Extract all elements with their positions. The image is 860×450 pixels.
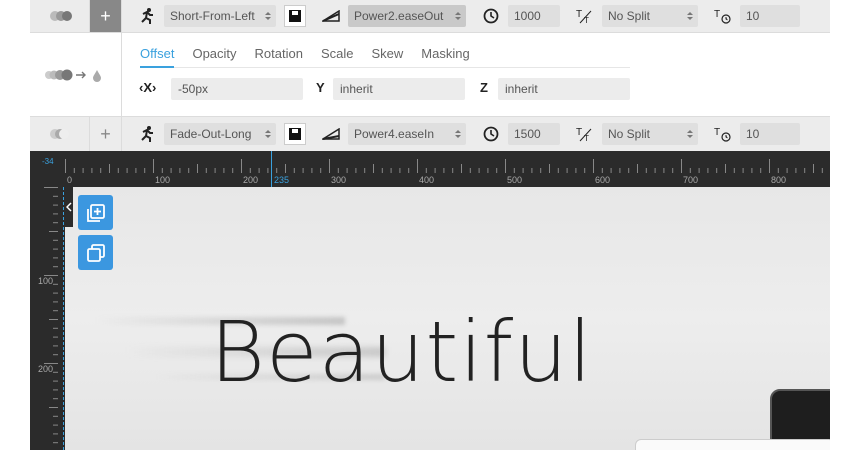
- split-out-select-value: No Split: [608, 127, 651, 141]
- save-icon[interactable]: [284, 5, 306, 27]
- duplicate-icon[interactable]: [78, 235, 113, 270]
- ruler-label: 200: [243, 175, 259, 185]
- ruler-guide-line: [63, 187, 64, 450]
- ruler-cursor-line: [271, 151, 272, 187]
- clock-icon: [480, 123, 502, 145]
- stagger-icon: T: [712, 123, 734, 145]
- add-layer-icon[interactable]: [78, 195, 113, 230]
- split-text-icon: TT: [574, 123, 596, 145]
- toggle-cell[interactable]: [30, 0, 90, 32]
- save-icon[interactable]: [284, 123, 306, 145]
- split-select[interactable]: No Split: [602, 5, 698, 27]
- ruler-label: 600: [595, 175, 611, 185]
- animation-row-out: + Fade-Out-Long Power4.easeIn 1500 TT No…: [30, 117, 830, 151]
- y-offset-input[interactable]: inherit: [333, 78, 465, 100]
- tab-underline: [140, 66, 174, 68]
- z-axis-label: Z: [480, 80, 488, 95]
- tab-masking[interactable]: Masking: [421, 46, 469, 61]
- ruler-corner-label: -34: [42, 157, 54, 166]
- tab-offset[interactable]: Offset: [140, 46, 174, 61]
- easing-icon: [320, 5, 342, 27]
- transform-tabs: Offset Opacity Rotation Scale Skew Maski…: [140, 46, 470, 61]
- collapse-arrow-icon[interactable]: [65, 187, 73, 227]
- tab-scale[interactable]: Scale: [321, 46, 354, 61]
- x-axis-label: ‹X›: [139, 80, 157, 95]
- runner-icon: [136, 5, 158, 27]
- z-offset-input[interactable]: inherit: [498, 78, 630, 100]
- ruler-label: 400: [419, 175, 435, 185]
- toggle-dots-icon: [49, 129, 69, 139]
- ruler-label: 200: [38, 364, 54, 374]
- split-select-value: No Split: [608, 9, 651, 23]
- easing-out-select-value: Power4.easeIn: [354, 127, 435, 141]
- animation-row-in: + Short-From-Left Power2.easeOut 1000 TT…: [30, 0, 830, 33]
- tab-rotation[interactable]: Rotation: [255, 46, 303, 61]
- svg-text:T: T: [576, 127, 582, 138]
- vertical-ruler[interactable]: 100 200: [30, 187, 65, 450]
- horizontal-ruler[interactable]: 0 100 200 235 300 400 500 600 700 800: [65, 151, 830, 187]
- add-animation-out-button[interactable]: +: [90, 117, 122, 151]
- headline-layer[interactable]: Beautiful: [210, 303, 593, 401]
- ruler-label: 700: [683, 175, 699, 185]
- ruler-label: 0: [67, 175, 73, 185]
- ruler-label: 500: [507, 175, 523, 185]
- svg-text:T: T: [714, 9, 720, 20]
- device-mockup-secondary: [635, 439, 830, 450]
- tab-divider: [140, 67, 630, 68]
- animation-out-select[interactable]: Fade-Out-Long: [164, 123, 276, 145]
- toggle-cell-out[interactable]: [30, 117, 90, 151]
- ruler-cursor-label: 235: [274, 175, 290, 185]
- animation-out-select-value: Fade-Out-Long: [170, 127, 252, 141]
- easing-out-select[interactable]: Power4.easeIn: [348, 123, 466, 145]
- ruler-ticks: [44, 187, 58, 444]
- ruler-label: 800: [771, 175, 787, 185]
- tab-skew[interactable]: Skew: [371, 46, 403, 61]
- ruler-ticks: [65, 159, 823, 173]
- easing-select-value: Power2.easeOut: [354, 9, 444, 23]
- tab-opacity[interactable]: Opacity: [192, 46, 236, 61]
- ruler-label: 100: [155, 175, 171, 185]
- toggle-dots-icon: [49, 11, 72, 21]
- svg-text:T: T: [576, 9, 582, 20]
- clock-icon: [480, 5, 502, 27]
- editor-canvas[interactable]: Beautiful: [65, 187, 830, 450]
- animation-select[interactable]: Short-From-Left: [164, 5, 276, 27]
- duration-out-input[interactable]: 1500: [508, 123, 560, 145]
- ruler-label: 100: [38, 276, 54, 286]
- easing-icon: [320, 123, 342, 145]
- transform-preview-icon: [44, 69, 101, 82]
- split-out-select[interactable]: No Split: [602, 123, 698, 145]
- ruler-label: 300: [331, 175, 347, 185]
- transform-preview-cell: [30, 32, 122, 117]
- x-offset-input[interactable]: -50px: [171, 78, 303, 100]
- duration-input[interactable]: 1000: [508, 5, 560, 27]
- animation-select-value: Short-From-Left: [170, 9, 255, 23]
- y-axis-label: Y: [316, 80, 325, 95]
- stagger-icon: T: [712, 5, 734, 27]
- svg-text:T: T: [714, 127, 720, 138]
- layer-stage: 0 100 200 235 300 400 500 600 700 800 -3…: [30, 151, 830, 450]
- easing-select[interactable]: Power2.easeOut: [348, 5, 466, 27]
- stagger-out-input[interactable]: 10: [740, 123, 800, 145]
- runner-icon: [136, 123, 158, 145]
- split-text-icon: TT: [574, 5, 596, 27]
- add-animation-button[interactable]: +: [90, 0, 122, 32]
- stagger-input[interactable]: 10: [740, 5, 800, 27]
